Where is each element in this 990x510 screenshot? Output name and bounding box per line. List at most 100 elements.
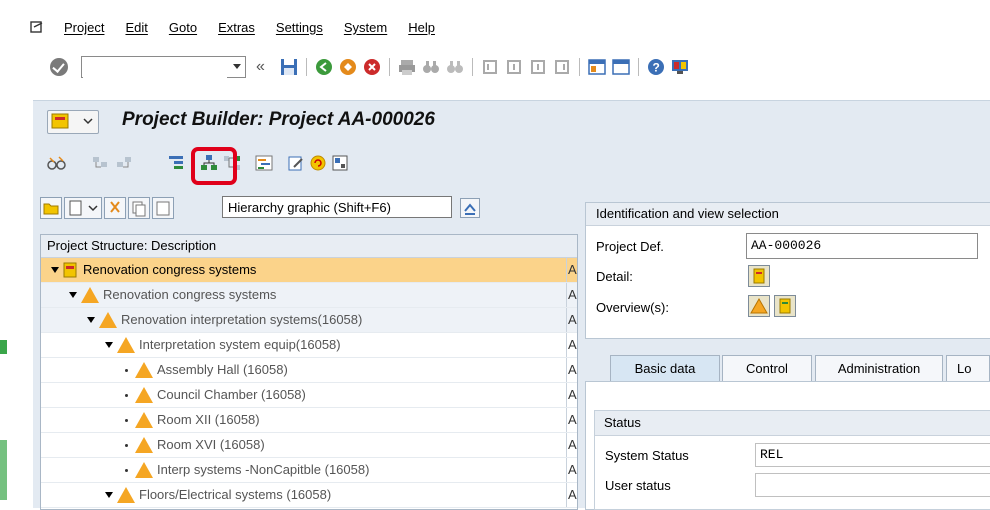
- shortcut-icon[interactable]: [612, 58, 630, 76]
- tree-row-label: Room XII (16058): [157, 412, 260, 427]
- collapse-icon[interactable]: [105, 342, 113, 348]
- refresh-icon[interactable]: [309, 154, 327, 172]
- find-next-icon[interactable]: [446, 58, 464, 76]
- wbs-element-icon: [135, 362, 153, 378]
- command-field[interactable]: [81, 56, 246, 78]
- tree-row[interactable]: Assembly Hall (16058) A: [41, 358, 577, 383]
- status-panel: Status System Status REL User status: [594, 410, 990, 510]
- wbs-element-icon: [135, 437, 153, 453]
- move-down-icon[interactable]: [115, 154, 133, 172]
- system-toolbar: « ?: [30, 50, 689, 84]
- identification-panel: Identification and view selection Projec…: [585, 202, 990, 339]
- save-icon[interactable]: [280, 58, 298, 76]
- tooltip: Hierarchy graphic (Shift+F6): [222, 196, 452, 218]
- previous-page-icon[interactable]: [505, 58, 523, 76]
- move-up-icon[interactable]: [91, 154, 109, 172]
- project-planning-board-icon[interactable]: [255, 154, 273, 172]
- expand-all-icon[interactable]: [460, 198, 480, 218]
- tab-lo[interactable]: Lo: [946, 355, 990, 381]
- title-bar: Project Builder: Project AA-000026: [33, 100, 990, 143]
- tree-row-label: Assembly Hall (16058): [157, 362, 288, 377]
- layout-menu-icon[interactable]: [671, 58, 689, 76]
- tree-row-label: Interpretation system equip(16058): [139, 337, 341, 352]
- last-page-icon[interactable]: [553, 58, 571, 76]
- create-button[interactable]: [64, 197, 102, 219]
- tab-basic-data[interactable]: Basic data: [610, 355, 720, 381]
- next-page-icon[interactable]: [529, 58, 547, 76]
- status-header: Status: [595, 411, 990, 436]
- tree-row-label: Interp systems -NonCapitble (16058): [157, 462, 370, 477]
- first-page-icon[interactable]: [481, 58, 499, 76]
- copy-icon[interactable]: [128, 197, 150, 219]
- tree-row[interactable]: Renovation congress systems A: [41, 258, 577, 283]
- user-status-field[interactable]: [755, 473, 990, 497]
- left-edge-strip: [0, 0, 9, 508]
- menu-button[interactable]: [47, 110, 99, 134]
- wbs-element-icon: [99, 312, 117, 328]
- open-folder-icon[interactable]: [40, 197, 62, 219]
- glasses-display-icon[interactable]: [47, 154, 66, 172]
- structure-overview-icon[interactable]: [167, 154, 185, 172]
- collapse-icon[interactable]: [51, 267, 59, 273]
- layout-settings-icon[interactable]: [331, 154, 349, 172]
- wbs-element-icon: [135, 462, 153, 478]
- chevron-down-icon[interactable]: [233, 64, 241, 69]
- project-def-field[interactable]: AA-000026: [746, 233, 978, 259]
- leaf-bullet: [125, 419, 128, 422]
- tree-row[interactable]: Renovation congress systems A: [41, 283, 577, 308]
- tree-row[interactable]: Interp systems -NonCapitble (16058) A: [41, 458, 577, 483]
- menu-logo-icon[interactable]: [30, 20, 44, 34]
- collapse-icon[interactable]: «: [256, 58, 274, 76]
- tree-row[interactable]: Interpretation system equip(16058) A: [41, 333, 577, 358]
- exit-icon[interactable]: [339, 58, 357, 76]
- tab-administration[interactable]: Administration: [815, 355, 943, 381]
- overview-wbs-icon[interactable]: [748, 295, 770, 317]
- wbs-element-icon: [117, 487, 135, 503]
- find-icon[interactable]: [422, 58, 440, 76]
- menu-project[interactable]: Project: [64, 20, 104, 35]
- tree-row-label: Renovation interpretation systems(16058): [121, 312, 363, 327]
- tree-row-col: A: [566, 258, 580, 282]
- edit-icon[interactable]: [287, 154, 305, 172]
- overview-project-icon[interactable]: [774, 295, 796, 317]
- help-icon[interactable]: ?: [647, 58, 665, 76]
- project-definition-icon: [63, 262, 77, 278]
- system-status-label: System Status: [605, 448, 689, 463]
- menu-goto[interactable]: Goto: [169, 20, 197, 35]
- cut-icon[interactable]: [104, 197, 126, 219]
- application-toolbar: [33, 142, 990, 186]
- back-icon[interactable]: [315, 58, 333, 76]
- tab-control[interactable]: Control: [722, 355, 812, 381]
- collapse-icon[interactable]: [87, 317, 95, 323]
- wbs-element-icon: [81, 287, 99, 303]
- tree-row-col: A: [566, 458, 580, 482]
- collapse-icon[interactable]: [105, 492, 113, 498]
- tree-row[interactable]: Room XII (16058) A: [41, 408, 577, 433]
- enter-check-icon[interactable]: [50, 58, 68, 76]
- command-input[interactable]: [83, 58, 227, 78]
- collapse-icon[interactable]: [69, 292, 77, 298]
- tree-row[interactable]: Council Chamber (16058) A: [41, 383, 577, 408]
- menu-help[interactable]: Help: [408, 20, 435, 35]
- tree-row[interactable]: Room XVI (16058) A: [41, 433, 577, 458]
- leaf-bullet: [125, 444, 128, 447]
- wbs-element-icon: [117, 337, 135, 353]
- menu-system[interactable]: System: [344, 20, 387, 35]
- tree-row-col: A: [566, 358, 580, 382]
- menu-edit[interactable]: Edit: [125, 20, 147, 35]
- detail-project-icon[interactable]: [748, 265, 770, 287]
- tree-row[interactable]: Floors/Electrical systems (16058) A: [41, 483, 577, 508]
- wbs-element-icon: [135, 412, 153, 428]
- tree-toolbar: [40, 197, 176, 223]
- tree-row-label: Floors/Electrical systems (16058): [139, 487, 332, 502]
- user-status-label: User status: [605, 478, 671, 493]
- menu-extras[interactable]: Extras: [218, 20, 255, 35]
- new-session-icon[interactable]: [588, 58, 606, 76]
- tree-row[interactable]: Renovation interpretation systems(16058)…: [41, 308, 577, 333]
- cancel-icon[interactable]: [363, 58, 381, 76]
- paste-icon[interactable]: [152, 197, 174, 219]
- detail-label: Detail:: [596, 269, 633, 284]
- print-icon[interactable]: [398, 58, 416, 76]
- overview-label: Overview(s):: [596, 300, 669, 315]
- menu-settings[interactable]: Settings: [276, 20, 323, 35]
